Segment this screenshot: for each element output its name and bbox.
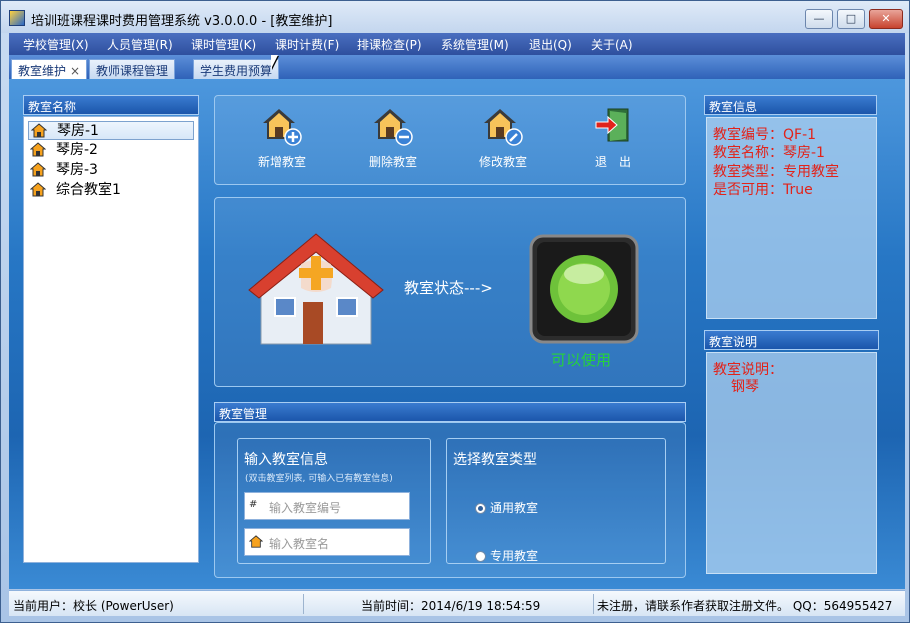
list-item-label: 琴房-2 — [56, 142, 98, 158]
classroom-status-label: 教室状态---> — [404, 279, 493, 297]
add-classroom-button[interactable]: 新增教室 — [247, 105, 317, 170]
window-title: 培训班课程课时费用管理系统 v3.0.0.0 - [教室维护] — [31, 14, 333, 29]
management-header: 教室管理 — [214, 402, 686, 422]
minimize-button[interactable]: — — [805, 9, 833, 29]
hash-icon: # — [249, 499, 258, 510]
delete-classroom-label: 删除教室 — [368, 155, 417, 169]
exit-door-icon — [595, 108, 629, 142]
registration-notice-text: 未注册，请联系作者获取注册文件。 QQ：564955427 — [597, 599, 893, 613]
tab-teacher-course[interactable]: 教师课程管理 — [89, 59, 176, 79]
delete-classroom-button[interactable]: 删除教室 — [358, 105, 428, 170]
house-icon — [249, 535, 263, 548]
radio-checked-icon — [475, 503, 486, 514]
tab-student-fees[interactable]: 学生费用预算 — [193, 59, 280, 79]
list-item[interactable]: 琴房-2 — [28, 141, 194, 160]
registration-notice: 未注册，请联系作者获取注册文件。 QQ：564955427 — [597, 597, 899, 614]
info-code: 教室编号：QF-1 — [713, 127, 817, 143]
list-item[interactable]: 琴房-3 — [28, 161, 194, 180]
classroom-type-title: 选择教室类型 — [453, 452, 537, 468]
radio-special-classroom[interactable]: 专用教室 — [475, 547, 538, 564]
menu-schedule-check[interactable]: 排课检查(P) — [357, 36, 422, 53]
list-item-label: 综合教室1 — [56, 182, 121, 198]
input-info-hint: (双击教室列表, 可输入已有教室信息) — [245, 474, 393, 484]
radio-unchecked-icon — [475, 551, 486, 562]
add-classroom-label: 新增教室 — [257, 155, 306, 169]
list-item[interactable]: 综合教室1 — [28, 181, 194, 200]
info-header: 教室信息 — [704, 95, 877, 115]
classroom-type-group: 选择教室类型 通用教室 专用教室 — [446, 438, 666, 564]
list-item[interactable]: 琴房-1 — [28, 121, 194, 140]
house-icon — [31, 123, 47, 138]
input-info-group: 输入教室信息 (双击教室列表, 可输入已有教室信息) # 输入教室编号 输入教室… — [237, 438, 431, 564]
info-panel: 教室编号：QF-1 教室名称：琴房-1 教室类型：专用教室 是否可用：True — [706, 117, 877, 319]
list-item-label: 琴房-3 — [56, 162, 98, 178]
radio-special-label: 专用教室 — [490, 549, 539, 563]
house-icon — [30, 162, 46, 177]
edit-house-icon — [484, 109, 523, 146]
status-bar: 当前用户：校长 (PowerUser) 当前时间：2014/6/19 18:54… — [9, 590, 905, 616]
add-house-icon — [263, 109, 302, 146]
menu-people[interactable]: 人员管理(R) — [107, 36, 173, 53]
input-info-title: 输入教室信息 — [244, 452, 328, 468]
info-name: 教室名称：琴房-1 — [713, 145, 825, 161]
app-icon — [9, 10, 25, 26]
current-time: 当前时间：2014/6/19 18:54:59 — [361, 599, 541, 613]
menu-bar: 学校管理(X) 人员管理(R) 课时管理(K) 课时计费(F) 排课检查(P) … — [9, 33, 905, 55]
status-divider — [303, 594, 304, 614]
classroom-name-placeholder: 输入教室名 — [269, 537, 330, 551]
tab-close-icon[interactable]: × — [70, 64, 80, 78]
description-text: 钢琴 — [731, 379, 759, 395]
tab-classroom-maintenance[interactable]: 教室维护 × — [11, 59, 88, 79]
classroom-house-icon — [248, 233, 384, 345]
info-type: 教室类型：专用教室 — [713, 164, 839, 180]
description-panel: 教室说明： 钢琴 — [706, 352, 877, 574]
radio-general-label: 通用教室 — [490, 501, 539, 515]
tab-label: 教室维护 — [18, 64, 67, 78]
exit-button[interactable]: 退 出 — [578, 105, 648, 170]
classroom-code-placeholder: 输入教室编号 — [269, 501, 342, 515]
classroom-name-input[interactable]: 输入教室名 — [244, 528, 410, 556]
delete-house-icon — [374, 109, 413, 146]
classroom-code-input[interactable]: # 输入教室编号 — [244, 492, 410, 520]
title-bar: 培训班课程课时费用管理系统 v3.0.0.0 - [教室维护] — □ ✕ — [1, 1, 909, 33]
list-item-label: 琴房-1 — [57, 123, 99, 139]
menu-system[interactable]: 系统管理(M) — [441, 36, 509, 53]
menu-exit[interactable]: 退出(Q) — [529, 36, 572, 53]
menu-lesson-hours[interactable]: 课时管理(K) — [191, 36, 256, 53]
house-icon — [30, 142, 46, 157]
mouse-cursor-icon — [271, 55, 278, 69]
room-list-header: 教室名称 — [23, 95, 199, 115]
menu-school[interactable]: 学校管理(X) — [23, 36, 89, 53]
close-button[interactable]: ✕ — [869, 9, 903, 29]
status-state-text: 可以使用 — [551, 351, 612, 369]
app-window: 培训班课程课时费用管理系统 v3.0.0.0 - [教室维护] — □ ✕ 学校… — [0, 0, 910, 623]
status-light-icon — [529, 234, 639, 344]
document-tab-bar: 教室维护 × 教师课程管理 学生费用预算 — [9, 55, 905, 79]
status-divider — [593, 594, 594, 614]
house-icon — [30, 182, 46, 197]
radio-general-classroom[interactable]: 通用教室 — [475, 499, 538, 516]
exit-label: 退 出 — [594, 155, 631, 169]
current-user: 当前用户：校长 (PowerUser) — [13, 599, 174, 613]
room-list[interactable]: 琴房-1 琴房-2 琴房-3 综合教室1 — [23, 116, 199, 563]
maximize-button[interactable]: □ — [837, 9, 865, 29]
menu-about[interactable]: 关于(A) — [591, 36, 633, 53]
edit-classroom-label: 修改教室 — [478, 155, 527, 169]
menu-billing[interactable]: 课时计费(F) — [275, 36, 339, 53]
edit-classroom-button[interactable]: 修改教室 — [468, 105, 538, 170]
info-available: 是否可用：True — [713, 182, 813, 198]
description-header: 教室说明 — [704, 330, 879, 350]
